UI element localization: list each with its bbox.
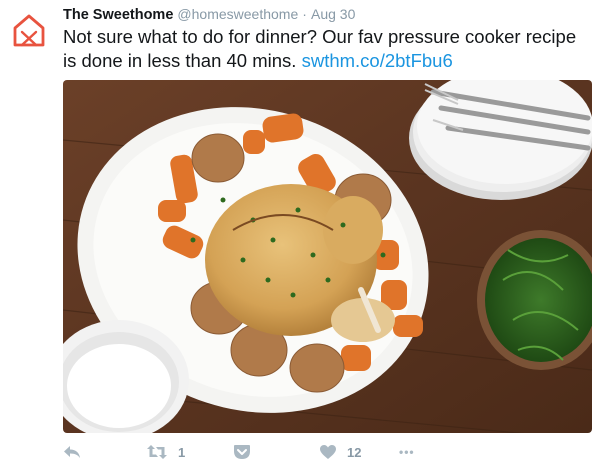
user-handle[interactable]: @homesweethome	[177, 6, 298, 22]
tweet-action-bar: 1 12 •••	[63, 440, 593, 464]
tweet-header: The Sweethome @homesweethome · Aug 30	[63, 6, 355, 23]
sweethome-logo-avatar[interactable]	[10, 12, 48, 50]
more-icon: •••	[399, 445, 415, 459]
tweet-card: The Sweethome @homesweethome · Aug 30 No…	[0, 0, 600, 473]
house-logo-icon	[13, 14, 45, 47]
retweet-count: 1	[178, 444, 186, 460]
tweet-timestamp[interactable]: Aug 30	[311, 6, 355, 22]
retweet-icon	[147, 445, 167, 459]
roast-chicken-photo	[63, 80, 592, 433]
tweet-link[interactable]: swthm.co/2btFbu6	[302, 50, 453, 71]
header-separator: ·	[302, 6, 307, 22]
pocket-button[interactable]	[233, 440, 251, 464]
display-name[interactable]: The Sweethome	[63, 7, 173, 23]
more-button[interactable]: •••	[399, 440, 415, 464]
retweet-button[interactable]: 1	[146, 440, 185, 464]
reply-button[interactable]	[63, 440, 81, 464]
tweet-photo[interactable]	[63, 80, 592, 433]
reply-icon	[64, 446, 80, 458]
like-count: 12	[347, 444, 362, 460]
like-button[interactable]: 12	[319, 440, 361, 464]
pocket-icon	[234, 445, 250, 459]
tweet-text: Not sure what to do for dinner? Our fav …	[63, 25, 593, 73]
heart-icon	[320, 445, 336, 459]
